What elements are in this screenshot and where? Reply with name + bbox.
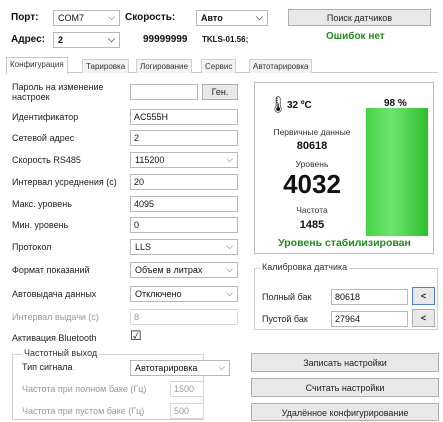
set-empty-tank-button[interactable]: < — [412, 309, 435, 327]
speed-value: Авто — [201, 13, 223, 23]
full-tank-input[interactable]: 80618 — [331, 289, 408, 305]
reading-format-select[interactable]: Объем в литрах ⌵ — [130, 262, 238, 278]
speed-label: Скорость: — [125, 12, 176, 23]
empty-tank-input[interactable]: 27964 — [331, 311, 408, 327]
write-settings-button[interactable]: Записать настройки — [251, 353, 439, 372]
max-level-label: Макс. уровень — [12, 199, 72, 209]
full-tank-label: Полный бак — [262, 292, 312, 302]
thermometer-icon: 🌡 — [268, 97, 289, 114]
calibration-title: Калибровка датчика — [260, 262, 350, 272]
read-settings-button[interactable]: Считать настройки — [251, 378, 439, 397]
tab-logging[interactable]: Логирование — [136, 59, 192, 73]
averaging-interval-label: Интервал усреднения (с) — [12, 177, 117, 187]
tab-service[interactable]: Сервис — [201, 59, 237, 73]
port-select[interactable]: COM7 ⌵ — [53, 10, 120, 26]
bluetooth-label: Активация Bluetooth — [12, 333, 97, 343]
autosend-label: Автовыдача данных — [12, 289, 97, 299]
frequency-value: 1485 — [299, 219, 325, 231]
chevron-down-icon: ⌵ — [226, 264, 233, 274]
protocol-label: Протокол — [12, 242, 52, 252]
port-value: COM7 — [58, 13, 85, 23]
freq-empty-input[interactable]: 500 — [170, 403, 204, 419]
freq-full-input[interactable]: 1500 — [170, 381, 204, 397]
password-label: Пароль на изменение настроек — [12, 82, 104, 102]
max-level-input[interactable]: 4095 — [130, 196, 238, 212]
rs485-speed-value: 115200 — [135, 155, 165, 165]
chevron-down-icon: ⌵ — [226, 154, 233, 164]
password-input[interactable] — [130, 84, 198, 100]
speed-select[interactable]: Авто ⌵ — [196, 10, 268, 26]
address-value: 2 — [58, 35, 64, 45]
device-model: TKLS-01.56; — [202, 35, 249, 44]
level-value: 4032 — [283, 169, 341, 199]
primary-data-label: Первичные данные — [273, 127, 351, 137]
averaging-interval-input[interactable]: 20 — [130, 174, 238, 190]
autosend-value: Отключено — [135, 289, 182, 299]
autosend-select[interactable]: Отключено ⌵ — [130, 286, 238, 302]
signal-type-label: Тип сигнала — [22, 362, 73, 372]
tab-calibration[interactable]: Тарировка — [82, 59, 130, 73]
generate-password-button[interactable]: Ген. — [202, 84, 238, 100]
min-level-input[interactable]: 0 — [130, 217, 238, 233]
protocol-select[interactable]: LLS ⌵ — [130, 239, 238, 255]
min-level-label: Мин. уровень — [12, 220, 69, 230]
chevron-down-icon: ⌵ — [256, 12, 263, 22]
freq-empty-label: Частота при пустом баке (Гц) — [22, 406, 145, 416]
signal-type-value: Автотарировка — [135, 363, 198, 373]
address-label: Адрес: — [11, 34, 45, 45]
chevron-down-icon: ⌵ — [226, 241, 233, 251]
search-sensors-button[interactable]: Поиск датчиков — [288, 9, 431, 26]
protocol-value: LLS — [135, 242, 152, 252]
serial-number: 99999999 — [143, 34, 188, 45]
send-interval-input[interactable]: 8 — [130, 309, 238, 325]
reading-format-value: Объем в литрах — [135, 265, 203, 275]
frequency-output-title: Частотный выход — [22, 348, 100, 358]
send-interval-label: Интервал выдачи (с) — [12, 312, 99, 322]
address-select[interactable]: 2 ⌵ — [53, 32, 120, 48]
chevron-down-icon: ⌵ — [108, 12, 115, 22]
chevron-down-icon: ⌵ — [108, 34, 115, 44]
signal-type-select[interactable]: Автотарировка ⌵ — [130, 360, 230, 376]
stabilized-status: Уровень стабилизирован — [278, 237, 411, 249]
network-address-label: Сетевой адрес — [12, 133, 75, 143]
identifier-label: Идентификатор — [12, 112, 79, 122]
chevron-down-icon: ⌵ — [226, 288, 233, 298]
empty-tank-label: Пустой бак — [262, 314, 308, 324]
rs485-speed-select[interactable]: 115200 ⌵ — [130, 152, 238, 168]
port-label: Порт: — [11, 12, 39, 23]
frequency-label: Частота — [296, 205, 328, 215]
tab-configuration[interactable]: Конфигурация — [6, 57, 68, 74]
identifier-input[interactable]: AC555H — [130, 109, 238, 125]
rs485-speed-label: Скорость RS485 — [12, 155, 81, 165]
level-bar — [366, 108, 428, 236]
chevron-down-icon: ⌵ — [218, 362, 225, 372]
tab-bar: Конфигурация Тарировка Логирование Серви… — [6, 57, 438, 74]
tab-autocalibration[interactable]: Автотарировка — [249, 59, 313, 73]
temperature-value: 32 ºC — [287, 100, 312, 111]
errors-status: Ошибок нет — [326, 31, 385, 42]
set-full-tank-button[interactable]: < — [412, 287, 435, 305]
bluetooth-checkbox[interactable]: ☑ — [130, 328, 142, 344]
remote-config-button[interactable]: Удалённое конфигурирование — [251, 403, 439, 421]
freq-full-label: Частота при полном баке (Гц) — [22, 384, 147, 394]
network-address-input[interactable]: 2 — [130, 130, 238, 146]
reading-format-label: Формат показаний — [12, 265, 90, 275]
primary-data-value: 80618 — [296, 140, 328, 152]
level-label: Уровень — [295, 159, 329, 169]
